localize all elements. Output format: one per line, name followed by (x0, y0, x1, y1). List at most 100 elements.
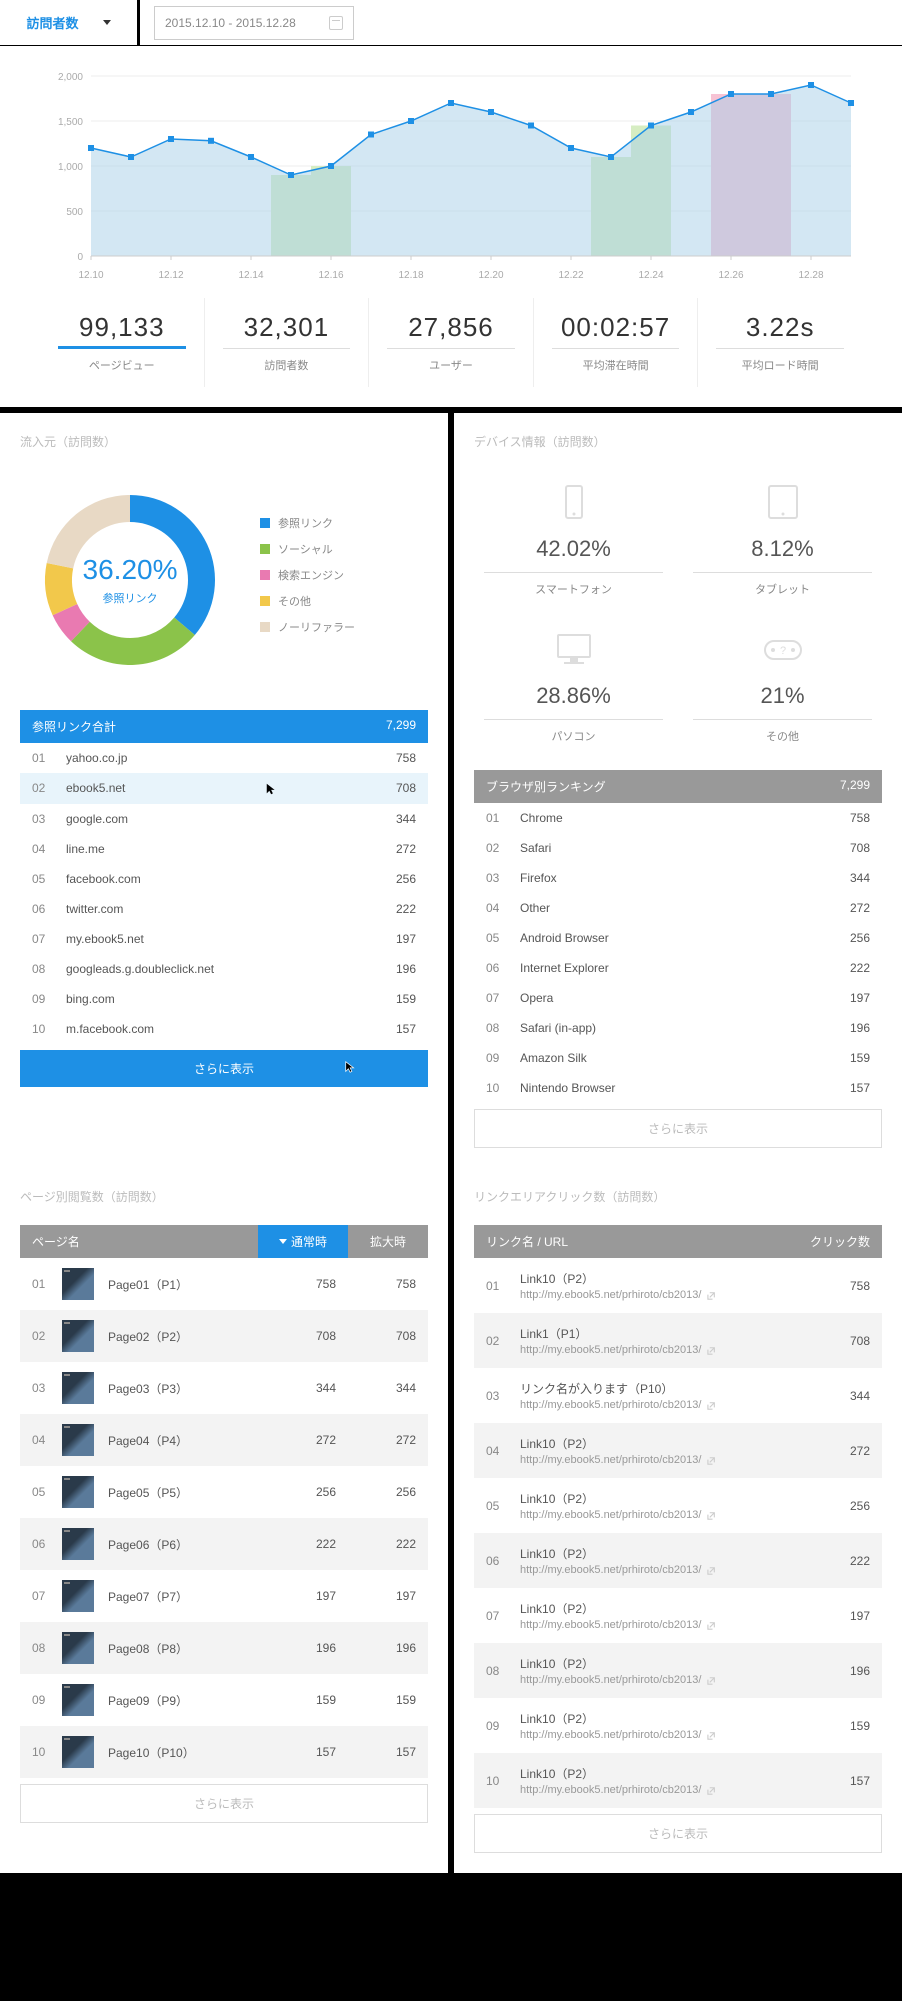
svg-text:12.16: 12.16 (318, 270, 343, 281)
pages-panel: ページ別閲覧数（訪問数） ページ名 通常時 拡大時 01Page01（P1）75… (0, 1168, 448, 1873)
table-row[interactable]: 05Link10（P2）http://my.ebook5.net/prhirot… (474, 1478, 882, 1533)
table-row[interactable]: 01Chrome758 (474, 803, 882, 833)
page-thumbnail (62, 1528, 94, 1560)
external-link-icon (707, 1675, 718, 1686)
table-row[interactable]: 03google.com344 (20, 804, 428, 834)
links-table-head: リンク名 / URL クリック数 (474, 1225, 882, 1258)
table-row[interactable]: 05Android Browser256 (474, 923, 882, 953)
table-row[interactable]: 06Internet Explorer222 (474, 953, 882, 983)
svg-text:12.22: 12.22 (558, 270, 583, 281)
table-row[interactable]: 07Opera197 (474, 983, 882, 1013)
external-link-icon (707, 1785, 718, 1796)
page-thumbnail (62, 1580, 94, 1612)
page-thumbnail (62, 1736, 94, 1768)
links-more-button[interactable]: さらに表示 (474, 1814, 882, 1853)
table-row[interactable]: 04Page04（P4）272272 (20, 1414, 428, 1466)
table-row[interactable]: 07Page07（P7）197197 (20, 1570, 428, 1622)
swatch-icon (260, 518, 270, 528)
game-icon: ? (761, 627, 805, 671)
table-row[interactable]: 02Page02（P2）708708 (20, 1310, 428, 1362)
donut-percent: 36.20% (83, 554, 178, 586)
table-row[interactable]: 08Safari (in-app)196 (474, 1013, 882, 1043)
metric-dropdown[interactable]: 訪問者数 (0, 0, 140, 46)
legend-item: ノーリファラー (260, 619, 355, 635)
external-link-icon (707, 1290, 718, 1301)
table-row[interactable]: 01Page01（P1）758758 (20, 1258, 428, 1310)
table-row[interactable]: 01Link10（P2）http://my.ebook5.net/prhirot… (474, 1258, 882, 1313)
pages-title: ページ別閲覧数（訪問数） (20, 1188, 428, 1205)
stat-card[interactable]: 99,133ページビュー (40, 298, 205, 387)
stat-card[interactable]: 00:02:57平均滞在時間 (534, 298, 699, 387)
table-row[interactable]: 03リンク名が入ります（P10）http://my.ebook5.net/prh… (474, 1368, 882, 1423)
table-row[interactable]: 10Page10（P10）157157 (20, 1726, 428, 1778)
browser-table-head: ブラウザ別ランキング 7,299 (474, 770, 882, 803)
svg-text:12.10: 12.10 (78, 270, 103, 281)
table-row[interactable]: 01yahoo.co.jp758 (20, 743, 428, 773)
table-row[interactable]: 09Page09（P9）159159 (20, 1674, 428, 1726)
legend-item: その他 (260, 593, 355, 609)
table-row[interactable]: 10m.facebook.com157 (20, 1014, 428, 1044)
table-row[interactable]: 03Firefox344 (474, 863, 882, 893)
page-thumbnail (62, 1424, 94, 1456)
referral-table-head: 参照リンク合計 7,299 (20, 710, 428, 743)
referral-panel: 流入元（訪問数） 36.20% 参照リンク 参照リンクソーシャル検索エンジンその… (0, 413, 448, 1168)
table-row[interactable]: 09Link10（P2）http://my.ebook5.net/prhirot… (474, 1698, 882, 1753)
table-row[interactable]: 04line.me272 (20, 834, 428, 864)
table-row[interactable]: 04Other272 (474, 893, 882, 923)
legend-item: 検索エンジン (260, 567, 355, 583)
cursor-icon (265, 782, 279, 796)
cursor-icon (344, 1060, 358, 1074)
external-link-icon (707, 1730, 718, 1741)
table-row[interactable]: 05Page05（P5）256256 (20, 1466, 428, 1518)
page-thumbnail (62, 1268, 94, 1300)
referral-legend: 参照リンクソーシャル検索エンジンその他ノーリファラー (260, 515, 355, 645)
device-card: 8.12%タブレット (683, 470, 882, 607)
page-thumbnail (62, 1632, 94, 1664)
trend-chart: 05001,0001,5002,00012.1012.1212.1412.161… (0, 46, 902, 297)
triangle-down-icon (279, 1239, 287, 1244)
external-link-icon (707, 1345, 718, 1356)
table-row[interactable]: 03Page03（P3）344344 (20, 1362, 428, 1414)
sort-normal[interactable]: 通常時 (258, 1225, 348, 1258)
table-row[interactable]: 09bing.com159 (20, 984, 428, 1014)
table-row[interactable]: 02ebook5.net708 (20, 773, 428, 804)
svg-text:1,000: 1,000 (58, 162, 83, 173)
table-row[interactable]: 05facebook.com256 (20, 864, 428, 894)
table-row[interactable]: 07Link10（P2）http://my.ebook5.net/prhirot… (474, 1588, 882, 1643)
external-link-icon (707, 1565, 718, 1576)
table-row[interactable]: 02Safari708 (474, 833, 882, 863)
table-row[interactable]: 02Link1（P1）http://my.ebook5.net/prhiroto… (474, 1313, 882, 1368)
daterange-picker[interactable]: 2015.12.10 - 2015.12.28 (154, 6, 354, 40)
referral-title: 流入元（訪問数） (20, 433, 428, 450)
swatch-icon (260, 544, 270, 554)
table-row[interactable]: 08Link10（P2）http://my.ebook5.net/prhirot… (474, 1643, 882, 1698)
swatch-icon (260, 570, 270, 580)
overview-panel: 訪問者数 2015.12.10 - 2015.12.28 05001,0001,… (0, 0, 902, 407)
page-thumbnail (62, 1320, 94, 1352)
table-row[interactable]: 07my.ebook5.net197 (20, 924, 428, 954)
links-title: リンクエリアクリック数（訪問数） (474, 1188, 882, 1205)
table-row[interactable]: 10Nintendo Browser157 (474, 1073, 882, 1103)
page-thumbnail (62, 1476, 94, 1508)
external-link-icon (707, 1510, 718, 1521)
external-link-icon (707, 1620, 718, 1631)
table-row[interactable]: 08googleads.g.doubleclick.net196 (20, 954, 428, 984)
stat-card[interactable]: 27,856ユーザー (369, 298, 534, 387)
table-row[interactable]: 06Page06（P6）222222 (20, 1518, 428, 1570)
svg-text:1,500: 1,500 (58, 117, 83, 128)
referral-more-button[interactable]: さらに表示 (20, 1050, 428, 1087)
svg-text:12.18: 12.18 (398, 270, 423, 281)
browser-more-button[interactable]: さらに表示 (474, 1109, 882, 1148)
calendar-icon (329, 16, 343, 30)
table-row[interactable]: 08Page08（P8）196196 (20, 1622, 428, 1674)
stat-card[interactable]: 32,301訪問者数 (205, 298, 370, 387)
table-row[interactable]: 10Link10（P2）http://my.ebook5.net/prhirot… (474, 1753, 882, 1808)
table-row[interactable]: 04Link10（P2）http://my.ebook5.net/prhirot… (474, 1423, 882, 1478)
table-row[interactable]: 09Amazon Silk159 (474, 1043, 882, 1073)
pages-more-button[interactable]: さらに表示 (20, 1784, 428, 1823)
swatch-icon (260, 622, 270, 632)
table-row[interactable]: 06twitter.com222 (20, 894, 428, 924)
table-row[interactable]: 06Link10（P2）http://my.ebook5.net/prhirot… (474, 1533, 882, 1588)
stat-card[interactable]: 3.22s平均ロード時間 (698, 298, 862, 387)
external-link-icon (707, 1400, 718, 1411)
